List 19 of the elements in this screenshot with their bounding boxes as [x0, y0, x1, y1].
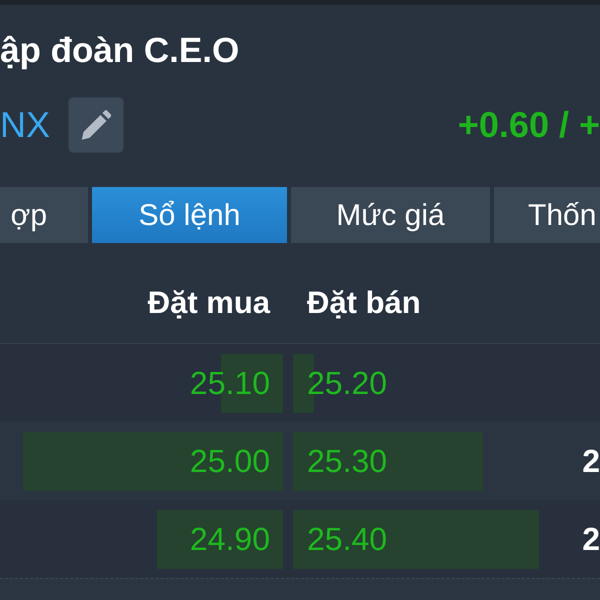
price-change: +0.60 / +	[458, 107, 600, 143]
table-cell-text: 2	[582, 520, 600, 559]
table-cell-text: 2	[582, 442, 600, 481]
pencil-icon	[81, 110, 112, 140]
edit-button[interactable]	[68, 97, 124, 153]
bid-price: 25.00	[190, 442, 270, 481]
bid-price: 24.90	[190, 520, 270, 559]
bid-price: 25.10	[190, 364, 270, 403]
company-title: ập đoàn C.E.O	[0, 32, 240, 68]
ask-price: 25.40	[307, 520, 388, 559]
tab[interactable]: Sổ lệnh	[92, 187, 287, 243]
tab[interactable]: Mức giá	[291, 187, 490, 243]
ask-price: 25.30	[307, 442, 388, 481]
tab[interactable]: Thốn	[494, 187, 600, 243]
column-header: Đặt bán	[307, 284, 421, 320]
stock-symbol: NX	[0, 107, 50, 143]
column-header: Đặt mua	[148, 284, 270, 322]
tab[interactable]: ợp	[0, 187, 88, 243]
ask-price: 25.20	[307, 364, 388, 403]
